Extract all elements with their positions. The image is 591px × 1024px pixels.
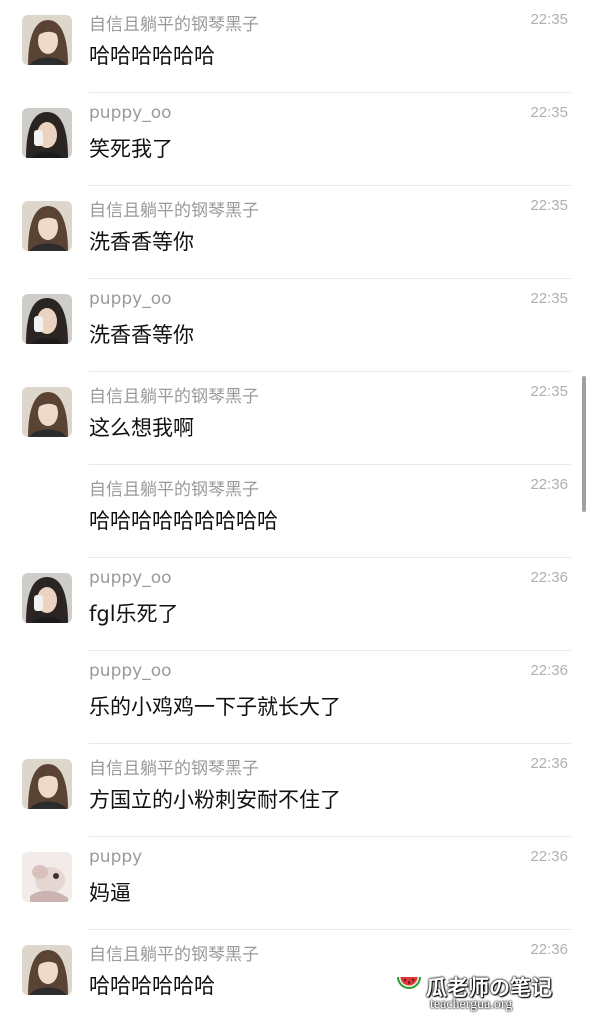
sender-avatar[interactable] xyxy=(22,573,72,623)
message-time: 22:35 xyxy=(530,104,568,121)
message-row[interactable]: 自信且躺平的钢琴黑子 22:36 方国立的小粉刺安耐不住了 xyxy=(0,744,591,837)
message-row[interactable]: 自信且躺平的钢琴黑子 22:35 洗香香等你 xyxy=(0,186,591,279)
sender-name: puppy_oo xyxy=(89,661,172,681)
sender-name: puppy_oo xyxy=(89,568,172,588)
message-time: 22:35 xyxy=(530,11,568,28)
sender-avatar[interactable] xyxy=(22,387,72,437)
message-row[interactable]: 自信且躺平的钢琴黑子 22:36 哈哈哈哈哈哈哈哈哈 xyxy=(0,465,591,558)
message-row[interactable]: 自信且躺平的钢琴黑子 22:35 这么想我啊 xyxy=(0,372,591,465)
message-time: 22:35 xyxy=(530,383,568,400)
message-text: 哈哈哈哈哈哈 xyxy=(89,974,215,998)
message-row[interactable]: 自信且躺平的钢琴黑子 22:35 哈哈哈哈哈哈 xyxy=(0,0,591,93)
watermark: 瓜老师の笔记 teachergua.org xyxy=(396,972,571,1016)
scrollbar-thumb[interactable] xyxy=(582,376,586,512)
message-time: 22:36 xyxy=(530,941,568,958)
message-text: 方国立的小粉刺安耐不住了 xyxy=(89,788,341,812)
sender-name: 自信且躺平的钢琴黑子 xyxy=(89,945,259,965)
sender-avatar[interactable] xyxy=(22,294,72,344)
message-text: 乐的小鸡鸡一下子就长大了 xyxy=(89,695,341,719)
sender-name: 自信且躺平的钢琴黑子 xyxy=(89,387,259,407)
sender-avatar[interactable] xyxy=(22,759,72,809)
message-time: 22:35 xyxy=(530,290,568,307)
sender-name: 自信且躺平的钢琴黑子 xyxy=(89,201,259,221)
message-text: 哈哈哈哈哈哈 xyxy=(89,44,215,68)
sender-name: puppy_oo xyxy=(89,289,172,309)
sender-avatar[interactable] xyxy=(22,852,72,902)
message-row[interactable]: puppy_oo 22:36 fgl乐死了 xyxy=(0,558,591,651)
message-time: 22:36 xyxy=(530,848,568,865)
sender-name: 自信且躺平的钢琴黑子 xyxy=(89,15,259,35)
sender-name: 自信且躺平的钢琴黑子 xyxy=(89,759,259,779)
watermelon-icon xyxy=(397,977,421,989)
message-time: 22:35 xyxy=(530,197,568,214)
message-time: 22:36 xyxy=(530,755,568,772)
message-row[interactable]: puppy 22:36 妈逼 xyxy=(0,837,591,930)
sender-avatar[interactable] xyxy=(22,108,72,158)
message-text: 笑死我了 xyxy=(89,137,173,161)
message-row[interactable]: puppy_oo 22:35 洗香香等你 xyxy=(0,279,591,372)
message-text: 哈哈哈哈哈哈哈哈哈 xyxy=(89,509,278,533)
watermark-url: teachergua.org xyxy=(430,997,513,1012)
sender-avatar[interactable] xyxy=(22,945,72,995)
sender-name: puppy_oo xyxy=(89,103,172,123)
message-text: fgl乐死了 xyxy=(89,602,179,626)
message-time: 22:36 xyxy=(530,569,568,586)
message-time: 22:36 xyxy=(530,662,568,679)
sender-avatar[interactable] xyxy=(22,201,72,251)
message-text: 洗香香等你 xyxy=(89,230,194,254)
message-row[interactable]: puppy_oo 22:36 乐的小鸡鸡一下子就长大了 xyxy=(0,651,591,744)
sender-name: 自信且躺平的钢琴黑子 xyxy=(89,480,259,500)
message-text: 妈逼 xyxy=(89,881,131,905)
message-row[interactable]: puppy_oo 22:35 笑死我了 xyxy=(0,93,591,186)
message-text: 洗香香等你 xyxy=(89,323,194,347)
sender-name: puppy xyxy=(89,847,143,867)
message-time: 22:36 xyxy=(530,476,568,493)
sender-avatar[interactable] xyxy=(22,15,72,65)
message-text: 这么想我啊 xyxy=(89,416,194,440)
